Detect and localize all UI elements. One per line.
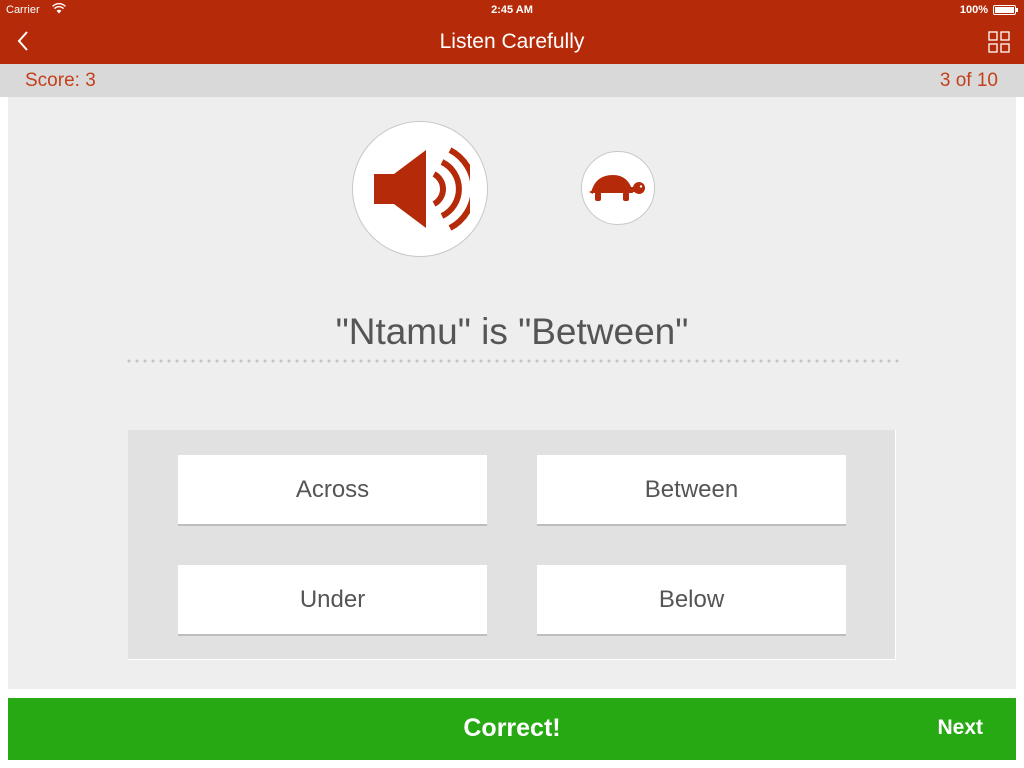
play-audio-button[interactable] (352, 121, 488, 257)
score-bar: Score: 3 3 of 10 (0, 64, 1024, 97)
question-progress: 3 of 10 (939, 70, 998, 91)
answer-option-between[interactable]: Between (537, 455, 846, 526)
battery-icon (993, 5, 1018, 15)
dotted-divider (125, 359, 901, 363)
page-title: Listen Carefully (439, 30, 585, 53)
speaker-icon (374, 147, 470, 231)
feedback-bar: Correct! Next (8, 698, 1016, 760)
question-prompt: "Ntamu" is "Between" (335, 311, 689, 352)
answer-options: Across Between Under Below (128, 430, 896, 660)
clock: 2:45 AM (491, 4, 533, 16)
grid-menu-button[interactable] (988, 31, 1010, 53)
nav-bar: Listen Carefully (0, 20, 1024, 64)
score-label: Score: 3 (25, 70, 96, 91)
quiz-content: "Ntamu" is "Between" Across Between Unde… (8, 97, 1016, 689)
result-message: Correct! (463, 714, 561, 742)
turtle-icon (589, 175, 645, 201)
answer-option-across[interactable]: Across (178, 455, 487, 526)
grid-icon (988, 31, 1010, 53)
next-button[interactable]: Next (937, 716, 983, 740)
status-bar: Carrier 2:45 AM 100% (0, 0, 1024, 20)
answer-option-under[interactable]: Under (178, 565, 487, 636)
battery-percentage: 100% (959, 4, 988, 16)
slow-audio-button[interactable] (581, 151, 655, 225)
answer-option-below[interactable]: Below (537, 565, 846, 636)
